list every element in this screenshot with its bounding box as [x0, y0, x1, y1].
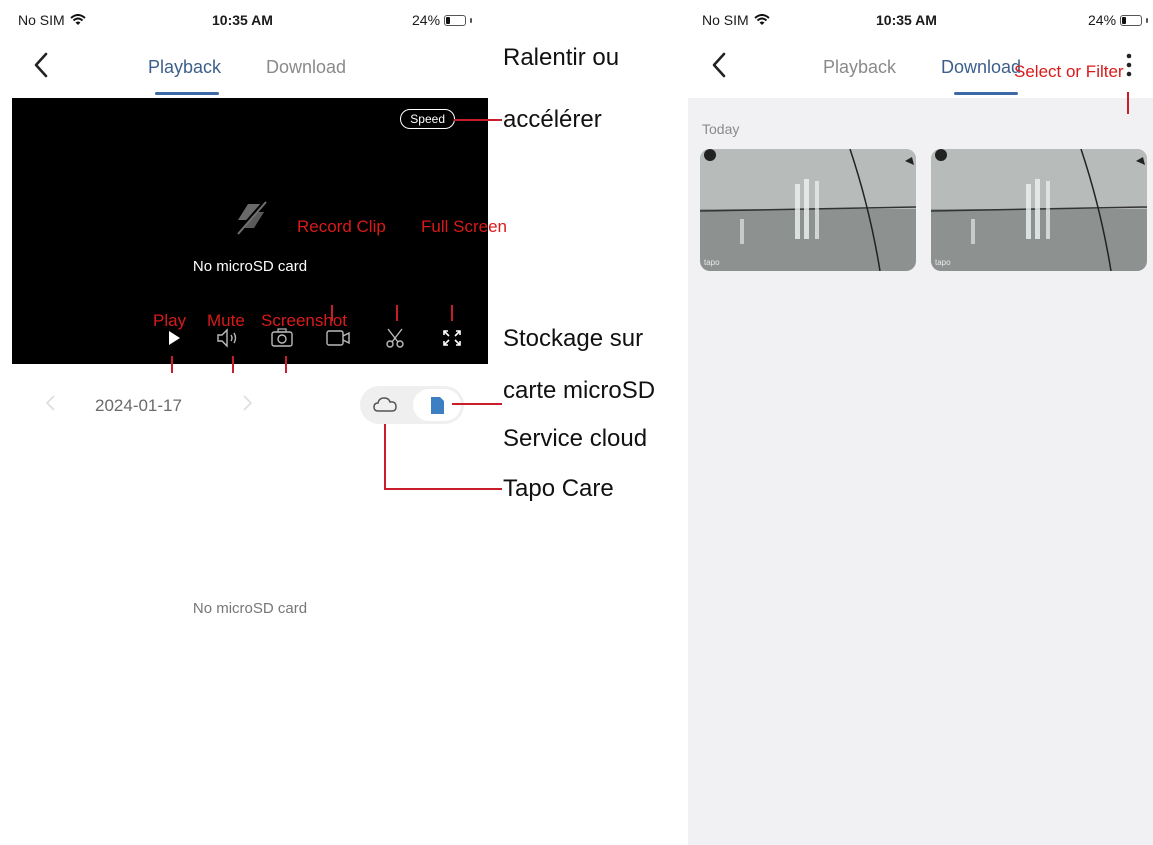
no-card-message: No microSD card [192, 258, 308, 275]
cloud-caption: Service cloud [503, 425, 648, 452]
next-date-icon[interactable] [240, 394, 254, 412]
screenshot-leader-line [285, 356, 287, 373]
battery-icon [444, 14, 467, 26]
scissors-icon[interactable] [382, 326, 408, 350]
more-icon[interactable] [1125, 52, 1133, 78]
status-bar: No SIM 10:35 AM 24% [688, 0, 1153, 40]
record-leader-line [331, 305, 333, 321]
date-selector: 2024-01-17 [0, 386, 500, 426]
storage-toggle [360, 386, 464, 424]
thumbnail-watermark: tapo [704, 258, 720, 267]
date-label[interactable]: 2024-01-17 [95, 396, 182, 416]
clock: 10:35 AM [212, 12, 273, 28]
care-leader-horizontal [384, 488, 502, 490]
empty-state-message: No microSD card [192, 600, 308, 617]
select-filter-annotation: Select or Filter [1014, 62, 1124, 81]
clock: 10:35 AM [876, 12, 937, 28]
thumbnail-image [700, 149, 916, 271]
carrier: No SIM [18, 12, 86, 28]
speed-caption-line2: accélérer [503, 106, 602, 133]
status-bar: No SIM 10:35 AM 24% [0, 0, 500, 40]
battery-tip [1146, 17, 1149, 23]
back-chevron-icon[interactable] [708, 50, 732, 80]
battery-level [1122, 16, 1127, 24]
thumbnail-watermark: tapo [935, 258, 951, 267]
carrier-label: No SIM [702, 12, 749, 28]
video-thumbnail[interactable]: tapo [700, 149, 916, 271]
sd-card-icon[interactable] [413, 389, 461, 421]
sd-caption-line2: carte microSD [503, 377, 656, 404]
video-thumbnail[interactable]: tapo [931, 149, 1147, 271]
care-leader-vertical [384, 424, 386, 490]
battery: 24% [1088, 12, 1149, 28]
thumbnail-image [931, 149, 1147, 271]
mute-annotation: Mute [207, 311, 245, 330]
play-annotation: Play [153, 311, 187, 330]
battery-percent: 24% [1088, 12, 1117, 28]
play-leader-line [171, 356, 173, 373]
tab-playback[interactable]: Playback [148, 57, 221, 78]
prev-date-icon[interactable] [44, 394, 58, 412]
select-filter-leader-line [1127, 92, 1129, 114]
tab-download[interactable]: Download [266, 57, 346, 78]
battery-icon [1120, 14, 1143, 26]
carrier-label: No SIM [18, 12, 65, 28]
cloud-icon[interactable] [363, 389, 411, 421]
fullscreen-icon[interactable] [439, 326, 465, 350]
battery: 24% [412, 12, 473, 28]
speed-leader-line [454, 119, 502, 121]
battery-percent: 24% [412, 12, 441, 28]
screenshot-annotation: Screenshot [261, 311, 347, 330]
back-chevron-icon[interactable] [30, 50, 54, 80]
record-clip-annotation: Record Clip [297, 217, 386, 236]
carrier: No SIM [702, 12, 770, 28]
battery-level [446, 16, 451, 24]
section-today-label: Today [702, 121, 740, 137]
battery-tip [470, 17, 473, 23]
full-screen-annotation: Full Screen [421, 217, 507, 236]
fullscreen-leader-line [451, 305, 453, 321]
speed-caption-line1: Ralentir ou [503, 44, 620, 71]
speed-button[interactable]: Speed [400, 109, 455, 129]
no-sd-icon [234, 201, 267, 235]
playback-screen: No SIM 10:35 AM 24% Playback Download Sp… [0, 0, 500, 845]
download-list: Today tapo tapo [688, 98, 1153, 845]
tab-playback[interactable]: Playback [823, 57, 896, 78]
active-tab-indicator [954, 92, 1018, 95]
care-caption: Tapo Care [503, 475, 614, 502]
clip-leader-line [396, 305, 398, 321]
sd-leader-line [452, 403, 502, 405]
download-screen: No SIM 10:35 AM 24% Playback Download To… [688, 0, 1153, 845]
top-nav: Playback Download [0, 40, 500, 96]
sd-caption-line1: Stockage sur [503, 325, 644, 352]
active-tab-indicator [155, 92, 219, 95]
wifi-icon [754, 14, 770, 25]
wifi-icon [70, 14, 86, 25]
mute-leader-line [232, 356, 234, 373]
video-player[interactable]: Speed No microSD card [12, 98, 488, 364]
tab-download[interactable]: Download [941, 57, 1021, 78]
